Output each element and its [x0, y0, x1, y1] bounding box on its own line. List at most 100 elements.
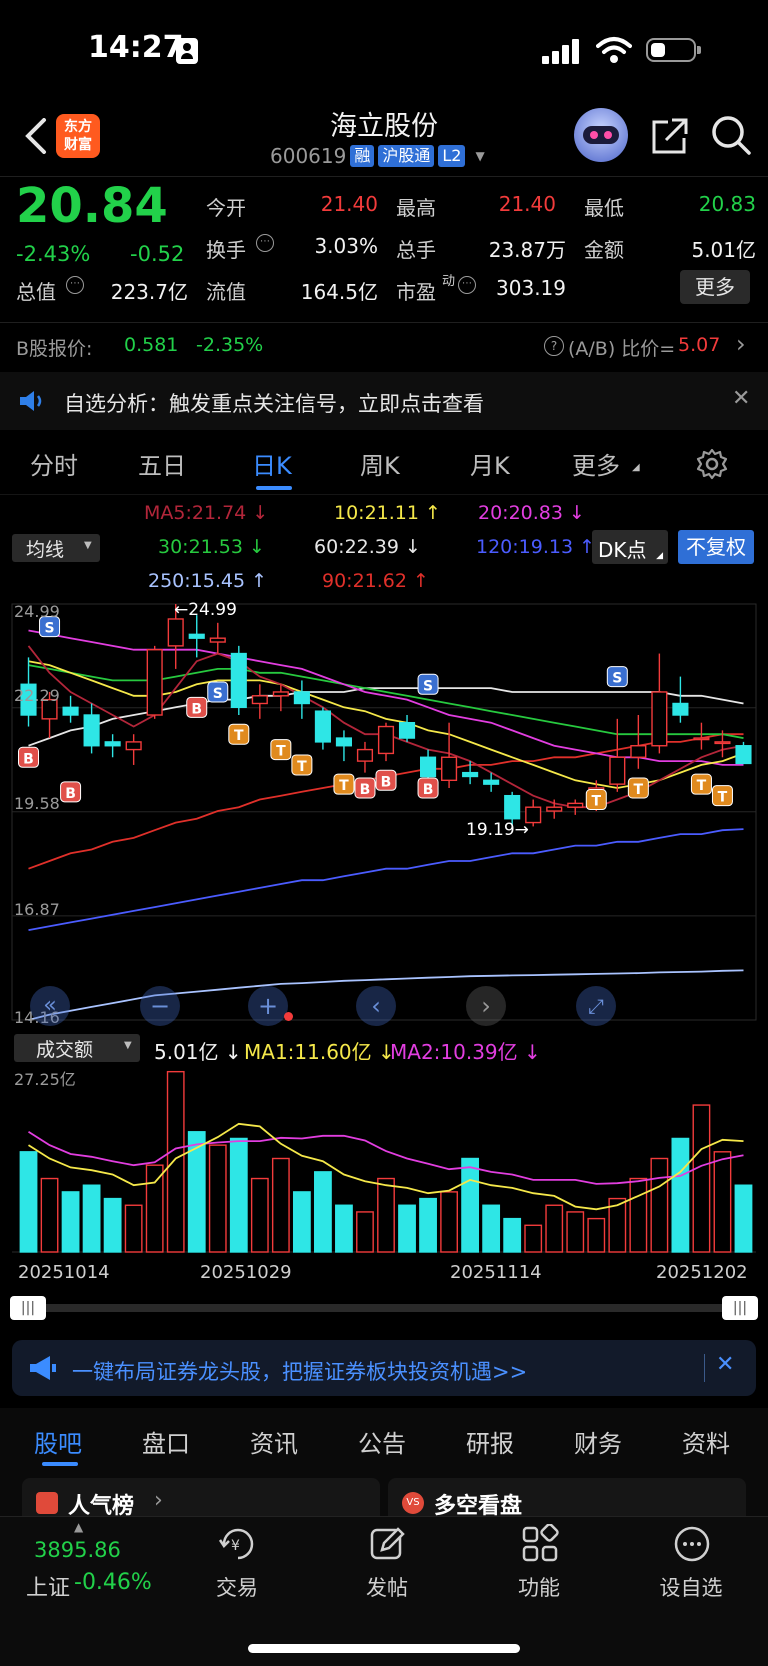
- tab-research[interactable]: 研报: [466, 1424, 514, 1459]
- zoom-in-button[interactable]: +: [248, 986, 288, 1026]
- tab-guba[interactable]: 股吧: [34, 1424, 82, 1459]
- nav-trade[interactable]: 交易: [182, 1572, 292, 1602]
- index-value[interactable]: 3895.86: [34, 1538, 121, 1562]
- volume-bar-9: [208, 1144, 227, 1253]
- functions-grid-icon[interactable]: [520, 1524, 560, 1564]
- fullscreen-button[interactable]: ⤢: [576, 986, 616, 1026]
- popularity-card-title: 人气榜: [68, 1494, 135, 1518]
- nav-post[interactable]: 发帖: [332, 1572, 442, 1602]
- index-label[interactable]: 上证: [26, 1570, 70, 1602]
- rewind-button[interactable]: «: [30, 986, 70, 1026]
- volume-bar-0: [19, 1151, 38, 1253]
- adjust-button[interactable]: 不复权: [678, 530, 754, 564]
- home-indicator: [248, 1644, 520, 1653]
- ma120-line: [28, 828, 744, 931]
- y-label-3: 16.87: [14, 900, 60, 919]
- mcap-info-icon[interactable]: ⋯: [66, 276, 84, 294]
- ma-selector-caret-icon: ▼: [84, 540, 92, 551]
- zoom-out-button[interactable]: −: [140, 986, 180, 1026]
- nav-functions[interactable]: 功能: [484, 1572, 594, 1602]
- index-pct[interactable]: -0.46%: [74, 1570, 152, 1595]
- tab-active-indicator: [256, 486, 292, 490]
- volume-bar-1: [40, 1177, 59, 1253]
- t-marker-7-label: T: [718, 790, 728, 806]
- candle-body-29: [630, 745, 647, 758]
- bull-bear-card[interactable]: VS 多空看盘: [388, 1478, 746, 1518]
- trade-icon[interactable]: ¥: [216, 1524, 260, 1564]
- candle-body-28: [609, 756, 626, 785]
- search-icon[interactable]: [710, 114, 752, 156]
- scroll-right-button[interactable]: ›: [466, 986, 506, 1026]
- pe-info-icon[interactable]: ⋯: [458, 276, 476, 294]
- post-icon[interactable]: [368, 1524, 408, 1564]
- volume-bar-29: [629, 1177, 648, 1253]
- nav-add-watchlist[interactable]: 设自选: [636, 1572, 746, 1602]
- tab-daily-k[interactable]: 日K: [252, 446, 292, 481]
- volume-bar-3: [82, 1184, 101, 1253]
- x-label-1: 20251029: [200, 1262, 292, 1283]
- t-marker-6-label: T: [697, 778, 707, 794]
- candlestick-chart[interactable]: BBBB B BSS S STTTTTT TT: [0, 596, 768, 1028]
- range-handle-left[interactable]: |||: [10, 1296, 46, 1320]
- high-value: 21.40: [498, 192, 556, 216]
- ad-text[interactable]: 一键布局证券龙头股，把握证券板块投资机遇>>: [72, 1356, 527, 1386]
- float-value: 164.5亿: [300, 280, 378, 304]
- tab-handicap[interactable]: 盘口: [142, 1424, 190, 1459]
- candle-body-20: [441, 756, 458, 782]
- tab-weekly-k[interactable]: 周K: [360, 446, 400, 481]
- scroll-left-button[interactable]: ‹: [356, 986, 396, 1026]
- tab-guba-indicator: [42, 1462, 78, 1466]
- x-label-2: 20251114: [450, 1262, 542, 1283]
- stock-code-row[interactable]: 600619 融 沪股通 L2 ▼: [270, 144, 485, 168]
- volume-bar-5: [124, 1204, 143, 1253]
- pe-label: 市盈: [396, 280, 436, 304]
- candle-body-33: [714, 741, 731, 745]
- candle-body-2: [62, 706, 79, 716]
- high-annotation: ←24.99: [174, 600, 237, 620]
- mcap-value: 223.7亿: [110, 280, 188, 304]
- buy-marker-4-label: B: [381, 774, 392, 790]
- settings-gear-icon[interactable]: [696, 448, 728, 480]
- volume-selector-label: 成交额: [36, 1039, 94, 1061]
- range-slider-track[interactable]: [30, 1304, 742, 1312]
- volume-bar-6: [145, 1164, 164, 1253]
- ma-selector[interactable]: 均线 ▼: [12, 534, 100, 562]
- low-annotation: 19.19→: [466, 820, 529, 840]
- chevron-right-icon[interactable]: ›: [736, 330, 746, 358]
- volume-bar-19: [419, 1197, 437, 1253]
- ratio-help-icon[interactable]: ?: [544, 336, 564, 356]
- add-watchlist-icon[interactable]: [672, 1524, 712, 1564]
- turnover-info-icon[interactable]: ⋯: [256, 234, 274, 252]
- tab-profile[interactable]: 资料: [682, 1424, 730, 1459]
- tab-monthly-k[interactable]: 月K: [470, 446, 510, 481]
- tab-announcement[interactable]: 公告: [358, 1424, 406, 1459]
- tab-five-day[interactable]: 五日: [138, 446, 186, 481]
- tab-finance[interactable]: 财务: [574, 1424, 622, 1459]
- tab-news[interactable]: 资讯: [250, 1424, 298, 1459]
- volume-selector[interactable]: 成交额 ▼: [14, 1034, 140, 1062]
- share-icon[interactable]: [650, 116, 690, 156]
- volume-chart[interactable]: [0, 1066, 768, 1256]
- popularity-chevron-icon: ›: [154, 1488, 163, 1513]
- robot-avatar-icon[interactable]: [574, 108, 628, 162]
- candle-body-3: [83, 714, 100, 747]
- popularity-card[interactable]: 人气榜 ›: [22, 1478, 380, 1518]
- ad-close-icon[interactable]: ✕: [716, 1352, 734, 1377]
- range-handle-right[interactable]: |||: [722, 1296, 758, 1320]
- candle-body-10: [230, 652, 247, 709]
- candle-body-15: [335, 737, 353, 747]
- dk-point-button[interactable]: DK点 ◢: [592, 530, 668, 564]
- contact-card-icon: [176, 38, 198, 64]
- volume-bar-25: [545, 1204, 564, 1253]
- candle-body-25: [546, 806, 563, 812]
- more-button[interactable]: 更多: [680, 270, 750, 304]
- notice-text[interactable]: 自选分析：触发重点关注信号，立即点击查看: [64, 388, 484, 418]
- volume-bar-17: [377, 1177, 395, 1253]
- close-icon[interactable]: ✕: [732, 386, 750, 411]
- candle-body-23: [504, 794, 521, 820]
- candle-body-17: [377, 725, 395, 755]
- tab-more[interactable]: 更多: [572, 446, 620, 481]
- volume-bar-30: [650, 1157, 669, 1253]
- vs-icon: VS: [402, 1492, 424, 1514]
- tab-intraday[interactable]: 分时: [30, 446, 78, 481]
